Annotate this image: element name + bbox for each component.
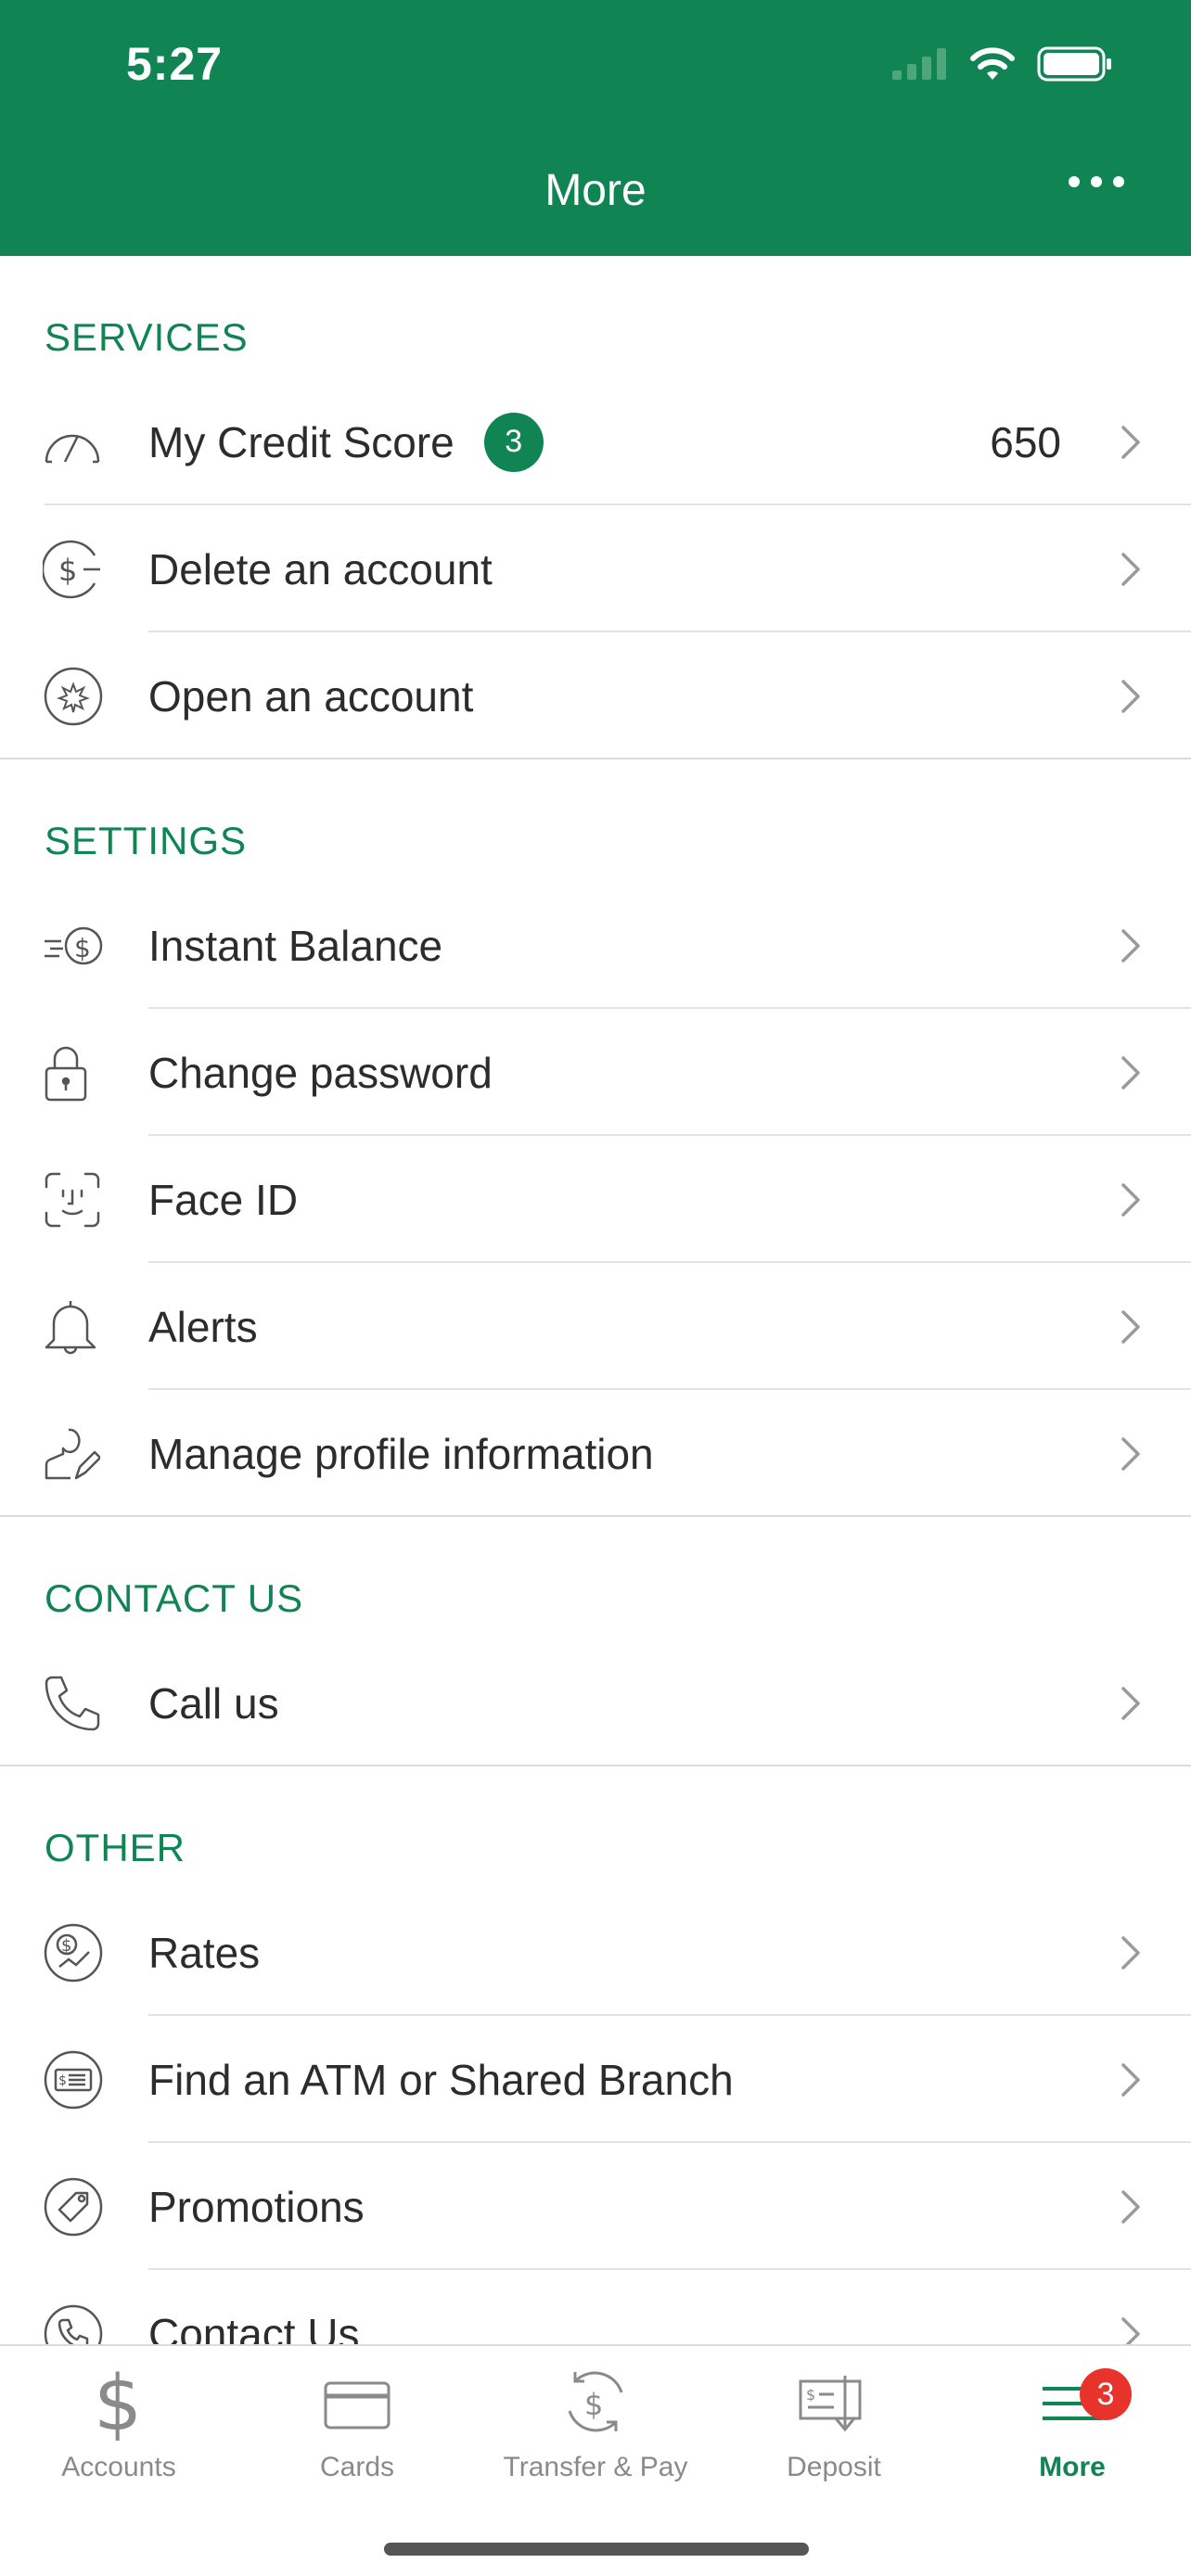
menu-item-credit-score[interactable]: My Credit Score 3 650 xyxy=(0,378,1191,505)
tab-cards[interactable]: Cards xyxy=(238,2363,476,2483)
menu-item-label: Find an ATM or Shared Branch xyxy=(148,2055,734,2104)
chevron-right-icon xyxy=(1089,928,1172,963)
chevron-right-icon xyxy=(1089,2316,1172,2344)
notification-badge: 3 xyxy=(483,412,544,472)
chevron-right-icon xyxy=(1089,1309,1172,1345)
tab-label: More xyxy=(1039,2452,1106,2482)
menu-list: SERVICES My Credit Score 3 650 $ Delete … xyxy=(0,256,1191,2344)
tab-label: Deposit xyxy=(787,2452,881,2482)
more-options-button[interactable] xyxy=(1069,176,1124,187)
speedometer-icon xyxy=(0,419,148,465)
tab-accounts[interactable]: $ Accounts xyxy=(0,2363,237,2483)
chevron-right-icon xyxy=(1089,2189,1172,2225)
home-indicator xyxy=(384,2543,809,2556)
menu-item-promotions[interactable]: Promotions xyxy=(0,2143,1191,2270)
menu-item-label: Delete an account xyxy=(148,544,493,593)
notification-badge: 3 xyxy=(1080,2368,1132,2420)
phone-icon xyxy=(0,1674,148,1733)
phone-circle-icon xyxy=(0,2303,148,2344)
dollar-icon: $ xyxy=(94,2363,142,2441)
menu-item-change-password[interactable]: Change password xyxy=(0,1009,1191,1136)
fast-dollar-icon: $ xyxy=(0,923,148,969)
chevron-right-icon xyxy=(1089,1055,1172,1090)
menu-item-label: Promotions xyxy=(148,2182,365,2231)
chevron-right-icon xyxy=(1089,1436,1172,1472)
profile-edit-icon xyxy=(0,1424,148,1484)
atm-icon: $ xyxy=(0,2049,148,2111)
starburst-icon xyxy=(0,666,148,727)
menu-item-delete-account[interactable]: $ Delete an account xyxy=(0,505,1191,632)
menu-item-call-us[interactable]: Call us xyxy=(0,1639,1191,1766)
status-time: 5:27 xyxy=(126,38,224,90)
menu-item-find-atm[interactable]: $ Find an ATM or Shared Branch xyxy=(0,2016,1191,2143)
section-title-services: SERVICES xyxy=(45,315,249,359)
check-deposit-icon: $ xyxy=(799,2376,862,2432)
dollar-minus-icon: $ xyxy=(0,539,148,600)
menu-item-label: Alerts xyxy=(148,1302,258,1351)
menu-item-label: Contact Us xyxy=(148,2309,360,2345)
chevron-right-icon xyxy=(1089,552,1172,587)
tab-more[interactable]: More 3 xyxy=(954,2363,1191,2483)
tab-bar: $ Accounts Cards $ Transfer & Pay $ Depo… xyxy=(0,2344,1191,2576)
tab-deposit[interactable]: $ Deposit xyxy=(715,2363,953,2483)
menu-item-rates[interactable]: $ Rates xyxy=(0,1889,1191,2016)
tab-transfer-pay[interactable]: $ Transfer & Pay xyxy=(477,2363,714,2483)
chevron-right-icon xyxy=(1089,1686,1172,1721)
signal-icon xyxy=(892,48,946,80)
menu-item-label: Rates xyxy=(148,1928,261,1977)
tab-label: Cards xyxy=(319,2452,395,2482)
menu-item-label: My Credit Score xyxy=(148,417,455,466)
page-title: More xyxy=(544,166,647,215)
menu-item-label: Face ID xyxy=(148,1175,299,1224)
chevron-right-icon xyxy=(1089,1935,1172,1970)
svg-text:$: $ xyxy=(74,933,91,963)
menu-item-instant-balance[interactable]: $ Instant Balance xyxy=(0,882,1191,1009)
menu-item-manage-profile[interactable]: Manage profile information xyxy=(0,1390,1191,1517)
chevron-right-icon xyxy=(1089,679,1172,714)
svg-text:$: $ xyxy=(94,2363,142,2441)
menu-item-label: Change password xyxy=(148,1048,493,1097)
svg-text:$: $ xyxy=(806,2386,815,2404)
card-icon xyxy=(324,2381,391,2429)
tab-label: Transfer & Pay xyxy=(503,2452,688,2482)
menu-item-alerts[interactable]: Alerts xyxy=(0,1263,1191,1390)
menu-item-open-account[interactable]: Open an account xyxy=(0,632,1191,759)
rates-icon: $ xyxy=(0,1922,148,1983)
chevron-right-icon xyxy=(1089,1182,1172,1218)
section-title-contact-us: CONTACT US xyxy=(45,1576,304,1620)
svg-text:$: $ xyxy=(58,553,77,588)
wifi-icon xyxy=(970,47,1015,80)
dot-icon xyxy=(1069,176,1080,187)
face-id-icon xyxy=(0,1170,148,1230)
credit-score-value: 650 xyxy=(990,417,1061,466)
menu-item-label: Manage profile information xyxy=(148,1429,654,1478)
battery-icon xyxy=(1037,46,1111,82)
svg-text:$: $ xyxy=(584,2387,603,2422)
status-icons xyxy=(892,46,1113,82)
bell-icon xyxy=(0,1297,148,1357)
dot-icon xyxy=(1113,176,1124,187)
svg-text:$: $ xyxy=(61,1936,71,1956)
menu-item-label: Open an account xyxy=(148,671,474,721)
menu-item-label: Call us xyxy=(148,1678,279,1728)
chevron-right-icon xyxy=(1089,425,1172,460)
tab-label: Accounts xyxy=(61,2452,176,2482)
section-title-settings: SETTINGS xyxy=(45,819,248,862)
lock-icon xyxy=(0,1042,148,1103)
chevron-right-icon xyxy=(1089,2062,1172,2098)
menu-item-contact-us[interactable]: Contact Us xyxy=(0,2270,1191,2344)
app-header: 5:27 More xyxy=(0,0,1191,256)
section-title-other: OTHER xyxy=(45,1826,186,1869)
dot-icon xyxy=(1091,176,1102,187)
transfer-icon: $ xyxy=(568,2371,623,2432)
menu-item-label: Instant Balance xyxy=(148,921,443,970)
tag-icon xyxy=(0,2176,148,2238)
menu-item-face-id[interactable]: Face ID xyxy=(0,1136,1191,1263)
svg-text:$: $ xyxy=(58,2073,67,2088)
